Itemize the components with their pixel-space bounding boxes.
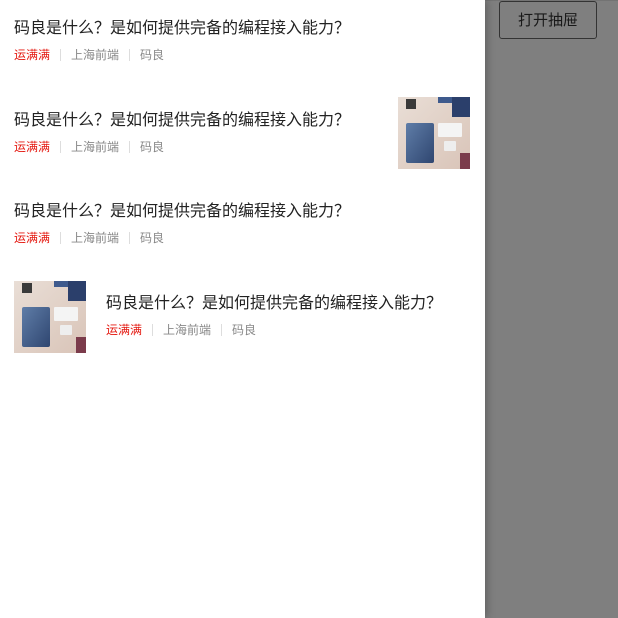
article-author: 码良 <box>232 323 257 337</box>
article-thumbnail[interactable] <box>14 281 86 353</box>
article-title[interactable]: 码良是什么？是如何提供完备的编程接入能力？ <box>14 18 470 38</box>
meta-divider <box>60 141 62 153</box>
article-thumbnail[interactable] <box>398 97 470 169</box>
drawer-panel: 码良是什么？是如何提供完备的编程接入能力？ 运满满 上海前端 码良 码良是什么？是如… <box>0 0 485 618</box>
meta-divider <box>152 324 154 336</box>
meta-divider <box>129 232 131 244</box>
article-tag: 运满满 <box>106 323 143 337</box>
article-group: 上海前端 <box>71 48 120 62</box>
article-meta: 运满满 上海前端 码良 <box>14 231 470 245</box>
meta-divider <box>129 141 131 153</box>
article-author: 码良 <box>140 48 165 62</box>
article-item[interactable]: 码良是什么？是如何提供完备的编程接入能力？ 运满满 上海前端 码良 <box>14 18 470 62</box>
drawer-mask[interactable] <box>485 0 618 618</box>
article-tag: 运满满 <box>14 140 51 154</box>
article-title[interactable]: 码良是什么？是如何提供完备的编程接入能力？ <box>14 201 470 221</box>
meta-divider <box>221 324 223 336</box>
article-group: 上海前端 <box>163 323 212 337</box>
article-title[interactable]: 码良是什么？是如何提供完备的编程接入能力？ <box>106 293 476 313</box>
article-tag: 运满满 <box>14 48 51 62</box>
article-author: 码良 <box>140 140 165 154</box>
article-author: 码良 <box>140 231 165 245</box>
article-tag: 运满满 <box>14 231 51 245</box>
article-meta: 运满满 上海前端 码良 <box>14 48 470 62</box>
meta-divider <box>60 49 62 61</box>
meta-divider <box>129 49 131 61</box>
article-group: 上海前端 <box>71 231 120 245</box>
page: 打开抽屉 码良是什么？是如何提供完备的编程接入能力？ 运满满上海前端码良 码良是… <box>0 0 618 618</box>
article-group: 上海前端 <box>71 140 120 154</box>
article-item[interactable]: 码良是什么？是如何提供完备的编程接入能力？ 运满满 上海前端 码良 <box>14 201 470 245</box>
article-meta: 运满满 上海前端 码良 <box>106 323 476 337</box>
meta-divider <box>60 232 62 244</box>
article-item[interactable]: 码良是什么？是如何提供完备的编程接入能力？ 运满满 上海前端 码良 <box>106 293 476 337</box>
